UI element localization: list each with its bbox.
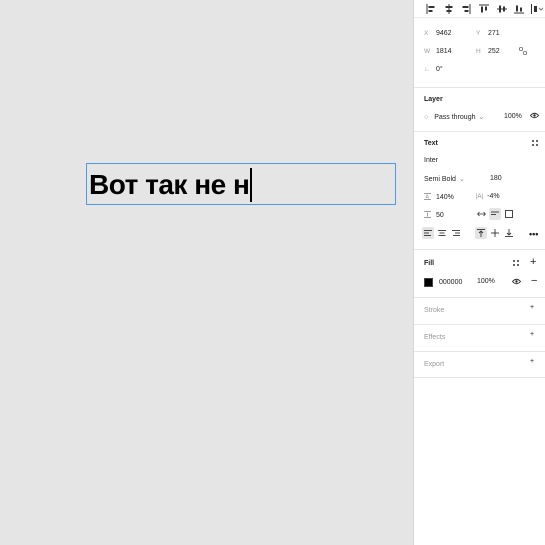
x-value[interactable]: 9462 xyxy=(436,30,452,37)
visibility-eye-icon[interactable] xyxy=(530,112,539,119)
blend-mode-dropdown[interactable]: ○ Pass through ⌄ xyxy=(424,113,485,122)
stroke-section: Stroke + xyxy=(414,297,545,324)
y-label: Y xyxy=(476,30,481,37)
rotation-icon: ∟ xyxy=(424,66,431,73)
font-size-value[interactable]: 180 xyxy=(490,175,502,182)
add-fill-icon[interactable]: + xyxy=(530,256,536,268)
fill-opacity-value[interactable]: 100% xyxy=(477,278,495,285)
vertical-align-bottom-icon[interactable] xyxy=(503,227,515,239)
letter-spacing-icon: |A| xyxy=(476,193,484,200)
layer-opacity-value[interactable]: 100% xyxy=(504,113,522,120)
text-resize-group xyxy=(475,208,515,220)
remove-fill-icon[interactable]: − xyxy=(531,275,537,287)
fixed-size-icon[interactable] xyxy=(503,208,515,220)
position-size-group: X 9462 Y 271 W 1814 H 252 ∟ 0° xyxy=(424,30,542,84)
fill-color-swatch[interactable] xyxy=(424,278,433,287)
layer-section: Layer ○ Pass through ⌄ 100% xyxy=(414,87,545,131)
fill-section: Fill + 000000 100% − xyxy=(414,249,545,297)
text-caret xyxy=(250,167,252,202)
text-section-title: Text xyxy=(424,140,438,147)
paragraph-spacing-field[interactable]: 50 xyxy=(424,211,444,220)
chevron-down-icon: ⌄ xyxy=(458,176,465,183)
font-weight-dropdown[interactable]: Semi Bold ⌄ xyxy=(424,175,465,184)
design-panel: X 9462 Y 271 W 1814 H 252 ∟ 0° Layer ○ P… xyxy=(413,0,545,545)
auto-width-icon[interactable] xyxy=(475,208,487,220)
canvas[interactable]: Вот так не н xyxy=(0,0,413,545)
letter-spacing-value[interactable]: -4% xyxy=(487,193,499,200)
export-section: Export + xyxy=(414,351,545,378)
h-label: H xyxy=(476,48,481,55)
text-styles-icon[interactable] xyxy=(531,139,539,147)
fill-styles-icon[interactable] xyxy=(512,259,520,267)
constrain-proportions-icon[interactable] xyxy=(519,47,527,57)
h-value[interactable]: 252 xyxy=(488,48,500,55)
export-section-title: Export xyxy=(424,361,445,368)
add-effect-icon[interactable]: + xyxy=(530,331,534,338)
vertical-align-middle-icon[interactable] xyxy=(489,227,501,239)
svg-text:A: A xyxy=(426,195,430,201)
font-family-dropdown[interactable]: Inter xyxy=(424,157,438,164)
rotation-value[interactable]: 0° xyxy=(436,66,443,73)
stroke-section-title: Stroke xyxy=(424,307,445,314)
paragraph-spacing-value[interactable]: 50 xyxy=(436,212,444,219)
fill-section-title: Fill xyxy=(424,260,435,267)
text-section: Text Inter Semi Bold ⌄ 180 A 140% |A| -4… xyxy=(414,131,545,249)
paragraph-spacing-icon xyxy=(424,211,431,220)
selected-text-layer[interactable]: Вот так не н xyxy=(86,163,396,205)
y-field[interactable]: Y 271 xyxy=(476,30,500,37)
vertical-align-top-icon[interactable] xyxy=(475,227,487,239)
align-horizontal-center-icon[interactable] xyxy=(440,2,458,16)
text-layer-content[interactable]: Вот так не н xyxy=(89,167,252,204)
text-align-right-icon[interactable] xyxy=(450,227,462,239)
fill-opacity-field[interactable]: 100% xyxy=(477,278,495,285)
rotation-field[interactable]: ∟ 0° xyxy=(424,66,443,73)
y-value[interactable]: 271 xyxy=(488,30,500,37)
letter-spacing-field[interactable]: |A| -4% xyxy=(476,193,500,200)
fill-color-row[interactable]: 000000 xyxy=(424,278,462,287)
add-export-icon[interactable]: + xyxy=(530,358,534,365)
add-stroke-icon[interactable]: + xyxy=(530,304,534,311)
text-align-left-icon[interactable] xyxy=(422,227,434,239)
layer-section-title: Layer xyxy=(424,96,443,103)
w-label: W xyxy=(424,48,431,55)
fill-visibility-eye-icon[interactable] xyxy=(512,278,521,285)
x-field[interactable]: X 9462 xyxy=(424,30,452,37)
layer-opacity-field[interactable]: 100% xyxy=(504,113,522,120)
line-height-value[interactable]: 140% xyxy=(436,194,454,201)
width-field[interactable]: W 1814 xyxy=(424,48,452,55)
align-bottom-icon[interactable] xyxy=(511,2,529,16)
line-height-icon: A xyxy=(424,193,431,202)
auto-height-icon[interactable] xyxy=(489,208,501,220)
align-vertical-center-icon[interactable] xyxy=(493,2,511,16)
more-options-icon[interactable]: ••• xyxy=(529,229,538,239)
effects-section-title: Effects xyxy=(424,334,446,341)
font-weight-value[interactable]: Semi Bold xyxy=(424,176,456,183)
blend-mode-icon: ○ xyxy=(424,113,429,121)
chevron-down-icon: ⌄ xyxy=(478,114,485,121)
alignment-toolbar xyxy=(414,0,545,18)
align-right-icon[interactable] xyxy=(457,2,475,16)
w-value[interactable]: 1814 xyxy=(436,48,452,55)
text-align-center-icon[interactable] xyxy=(436,227,448,239)
font-family-value[interactable]: Inter xyxy=(424,157,438,164)
text-align-group xyxy=(422,227,462,239)
text-layer-string[interactable]: Вот так не н xyxy=(89,169,250,200)
distribute-icon[interactable] xyxy=(528,2,545,16)
blend-mode-value[interactable]: Pass through xyxy=(434,114,475,121)
x-label: X xyxy=(424,30,429,37)
fill-hex-value[interactable]: 000000 xyxy=(439,279,462,286)
vertical-align-group xyxy=(475,227,515,239)
line-height-field[interactable]: A 140% xyxy=(424,193,454,202)
align-left-icon[interactable] xyxy=(422,2,440,16)
effects-section: Effects + xyxy=(414,324,545,351)
font-size-field[interactable]: 180 xyxy=(490,175,502,182)
height-field[interactable]: H 252 xyxy=(476,48,500,55)
align-top-icon[interactable] xyxy=(475,2,493,16)
